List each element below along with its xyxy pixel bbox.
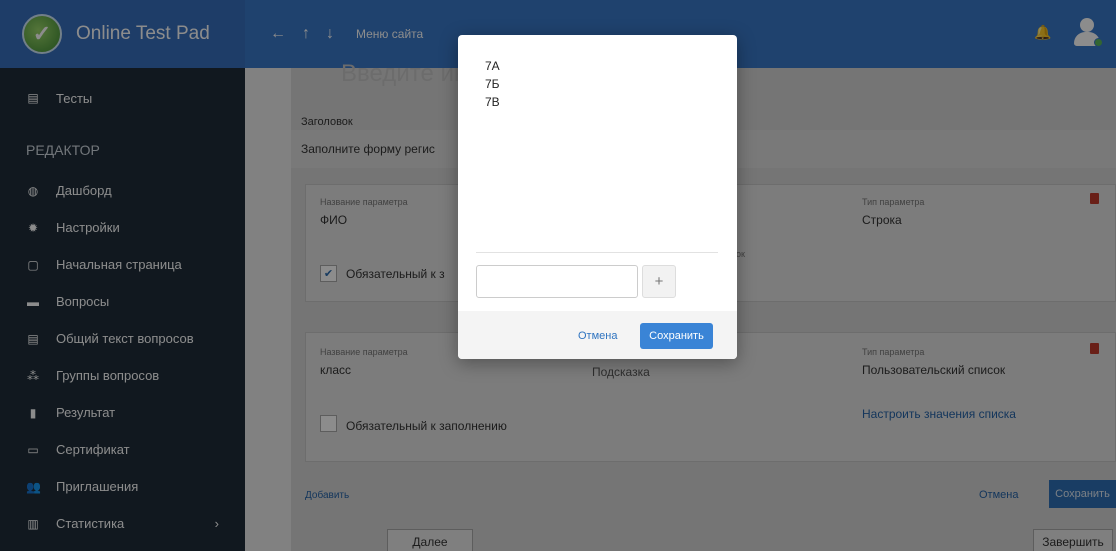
list-item[interactable]: 7А — [485, 57, 500, 75]
add-value-button[interactable]: + — [642, 265, 676, 298]
list-values-dialog: 7А 7Б 7В + Отмена Сохранить — [458, 35, 737, 359]
new-value-input[interactable] — [476, 265, 638, 298]
list-item[interactable]: 7Б — [485, 75, 500, 93]
dialog-footer: Отмена Сохранить — [458, 311, 737, 359]
dialog-save-button[interactable]: Сохранить — [640, 323, 713, 349]
divider — [476, 252, 718, 253]
dialog-cancel-button[interactable]: Отмена — [578, 330, 617, 342]
values-list: 7А 7Б 7В — [485, 57, 500, 111]
list-item[interactable]: 7В — [485, 93, 500, 111]
